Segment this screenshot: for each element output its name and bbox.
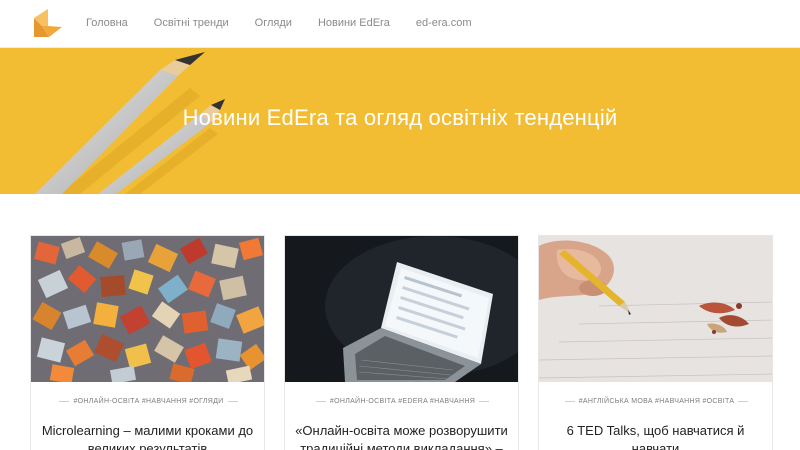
hand-writing-pencil-image[interactable] [539, 236, 773, 382]
article-card-ted-talks[interactable]: #АНГЛІЙСЬКА МОВА #НАВЧАННЯ #ОСВІТА 6 TED… [538, 235, 773, 450]
card-tags-row: #ОНЛАЙН-ОСВІТА #НАВЧАННЯ #ОГЛЯДИ [31, 398, 264, 405]
card-title[interactable]: Microlearning – малими кроками до велики… [41, 422, 254, 450]
top-navbar: Головна Освітні тренди Огляди Новини EdE… [0, 0, 800, 48]
nav-item-education-trends[interactable]: Освітні тренди [154, 17, 229, 29]
divider-line [738, 401, 749, 402]
card-tags-row: #АНГЛІЙСЬКА МОВА #НАВЧАННЯ #ОСВІТА [539, 398, 772, 405]
laptop-dark-image[interactable] [285, 236, 519, 382]
divider-line [59, 401, 70, 402]
card-tags[interactable]: #АНГЛІЙСЬКА МОВА #НАВЧАННЯ #ОСВІТА [579, 398, 735, 405]
nav-item-home[interactable]: Головна [86, 17, 128, 29]
nav-menu: Головна Освітні тренди Огляди Новини EdE… [86, 0, 497, 46]
hero-title: Новини EdEra та огляд освітніх тенденцій [182, 105, 618, 130]
card-tags[interactable]: #ОНЛАЙН-ОСВІТА #НАВЧАННЯ #ОГЛЯДИ [73, 398, 223, 405]
card-title[interactable]: 6 TED Talks, щоб навчатися й навчати [549, 422, 762, 450]
hero-banner: Новини EdEra та огляд освітніх тенденцій [0, 48, 800, 194]
nav-item-ed-era-site[interactable]: ed-era.com [416, 17, 472, 29]
article-card-online-education[interactable]: #ОНЛАЙН-ОСВІТА #EDERA #НАВЧАННЯ «Онлайн-… [284, 235, 519, 450]
article-card-microlearning[interactable]: #ОНЛАЙН-ОСВІТА #НАВЧАННЯ #ОГЛЯДИ Microle… [30, 235, 265, 450]
divider-line [315, 401, 326, 402]
card-tags-row: #ОНЛАЙН-ОСВІТА #EDERA #НАВЧАННЯ [285, 398, 518, 405]
divider-line [227, 401, 238, 402]
card-tags[interactable]: #ОНЛАЙН-ОСВІТА #EDERA #НАВЧАННЯ [330, 398, 475, 405]
puzzle-pieces-image[interactable] [31, 236, 265, 382]
divider-line [564, 401, 575, 402]
card-title[interactable]: «Онлайн-освіта може розворушити традицій… [295, 422, 508, 450]
divider-line [479, 401, 490, 402]
nav-item-reviews[interactable]: Огляди [255, 17, 292, 29]
nav-item-edera-news[interactable]: Новини EdEra [318, 17, 390, 29]
edera-logo-icon[interactable] [31, 8, 63, 38]
